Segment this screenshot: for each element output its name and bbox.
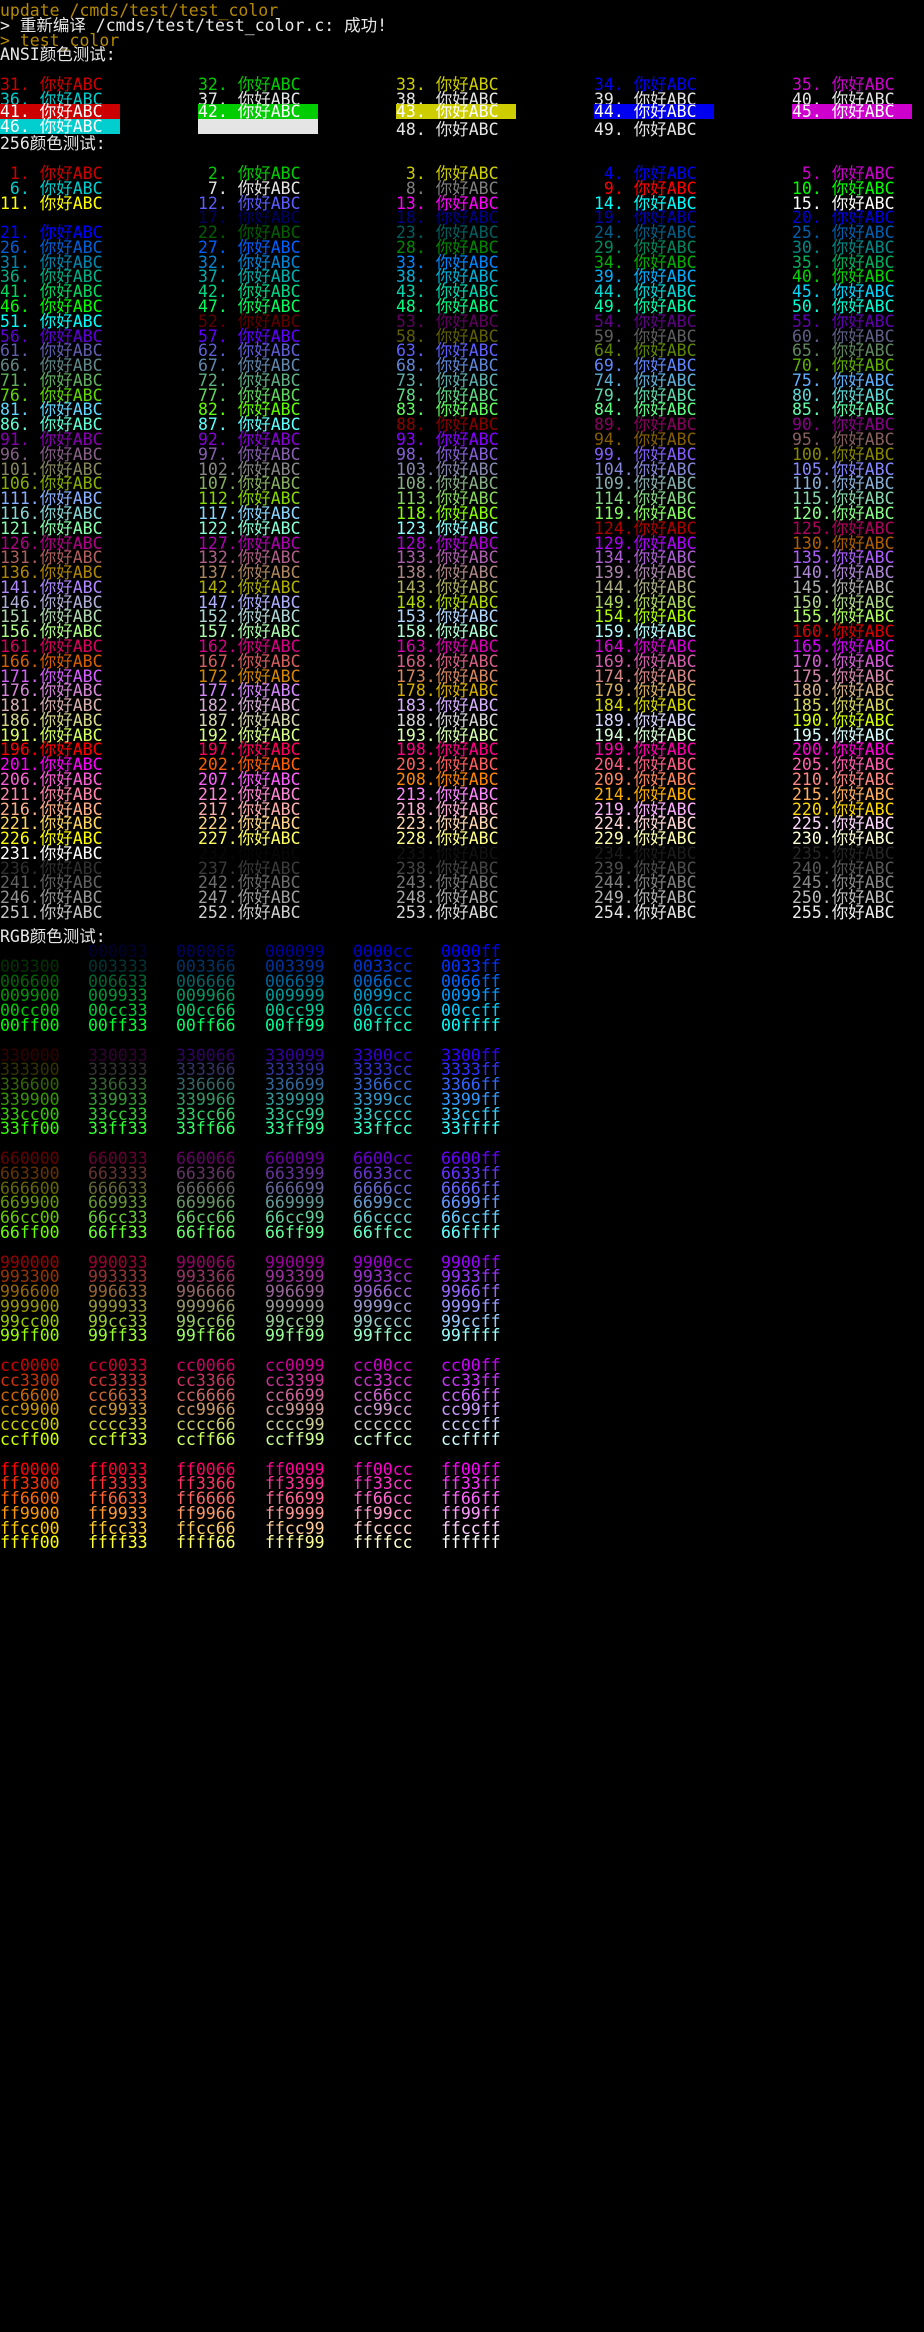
rgb-sample-99ffff: 99ffff [441,1326,501,1346]
ansi-sample-46: 46. 你好ABC [0,118,120,135]
rgb-sample-ccffff: ccffff [441,1429,501,1449]
rgb-sample-00ffff: 00ffff [441,1015,501,1035]
ansi-sample-49: 49. 你好ABC [594,120,697,139]
rgb-sample-ffff99: ffff99 [265,1533,325,1553]
rgb-sample-33ffcc: 33ffcc [353,1119,413,1139]
rgb-sample-ffffcc: ffffcc [353,1533,413,1553]
palette-256-sample-251: 251. 你好ABC [0,903,103,922]
ansi-sample-47 [198,119,318,134]
rgb-sample-66ffff: 66ffff [441,1222,501,1242]
rgb-sample-33ff33: 33ff33 [88,1119,148,1139]
rgb-sample-66ff66: 66ff66 [176,1222,236,1242]
rgb-sample-00ff33: 00ff33 [88,1015,148,1035]
ansi-sample-45: 45. 你好ABC [792,103,912,120]
terminal-window[interactable]: update /cmds/test/test_color > 重新编译 /cmd… [0,0,924,2332]
ansi-sample-44: 44. 你好ABC [594,103,714,120]
rgb-sample-33ff66: 33ff66 [176,1119,236,1139]
ansi-sample-48: 48. 你好ABC [396,120,499,139]
rgb-sample-ccff99: ccff99 [265,1429,325,1449]
rgb-sample-ffffff: ffffff [441,1533,501,1553]
palette-256-sample-253: 253. 你好ABC [396,903,499,922]
ansi-sample-42: 42. 你好ABC [198,103,318,120]
ansi-sample-43: 43. 你好ABC [396,103,516,120]
rgb-sample-99ff33: 99ff33 [88,1326,148,1346]
rgb-sample-66ff99: 66ff99 [265,1222,325,1242]
rgb-sample-99ff66: 99ff66 [176,1326,236,1346]
rgb-sample-66ff00: 66ff00 [0,1222,60,1242]
rgb-sample-ffff66: ffff66 [176,1533,236,1553]
rgb-sample-ccffcc: ccffcc [353,1429,413,1449]
palette-256-sample-252: 252. 你好ABC [198,903,301,922]
rgb-sample-ccff33: ccff33 [88,1429,148,1449]
rgb-sample-00ff99: 00ff99 [265,1015,325,1035]
rgb-sample-00ff00: 00ff00 [0,1015,60,1035]
rgb-sample-66ffcc: 66ffcc [353,1222,413,1242]
rgb-sample-00ffcc: 00ffcc [353,1015,413,1035]
palette-256-sample-254: 254. 你好ABC [594,903,697,922]
rgb-sample-66ff33: 66ff33 [88,1222,148,1242]
rgb-sample-33ffff: 33ffff [441,1119,501,1139]
palette-256-sample-255: 255. 你好ABC [792,903,895,922]
rgb-sample-33ff99: 33ff99 [265,1119,325,1139]
rgb-sample-ccff66: ccff66 [176,1429,236,1449]
palette-256-section-title: 256颜色测试: [0,134,106,153]
rgb-sample-00ff66: 00ff66 [176,1015,236,1035]
rgb-sample-ccff00: ccff00 [0,1429,60,1449]
rgb-sample-99ffcc: 99ffcc [353,1326,413,1346]
rgb-sample-ffff33: ffff33 [88,1533,148,1553]
rgb-sample-33ff00: 33ff00 [0,1119,60,1139]
ansi-section-title: ANSI颜色测试: [0,45,116,64]
rgb-sample-99ff99: 99ff99 [265,1326,325,1346]
rgb-sample-ffff00: ffff00 [0,1533,60,1553]
rgb-sample-99ff00: 99ff00 [0,1326,60,1346]
